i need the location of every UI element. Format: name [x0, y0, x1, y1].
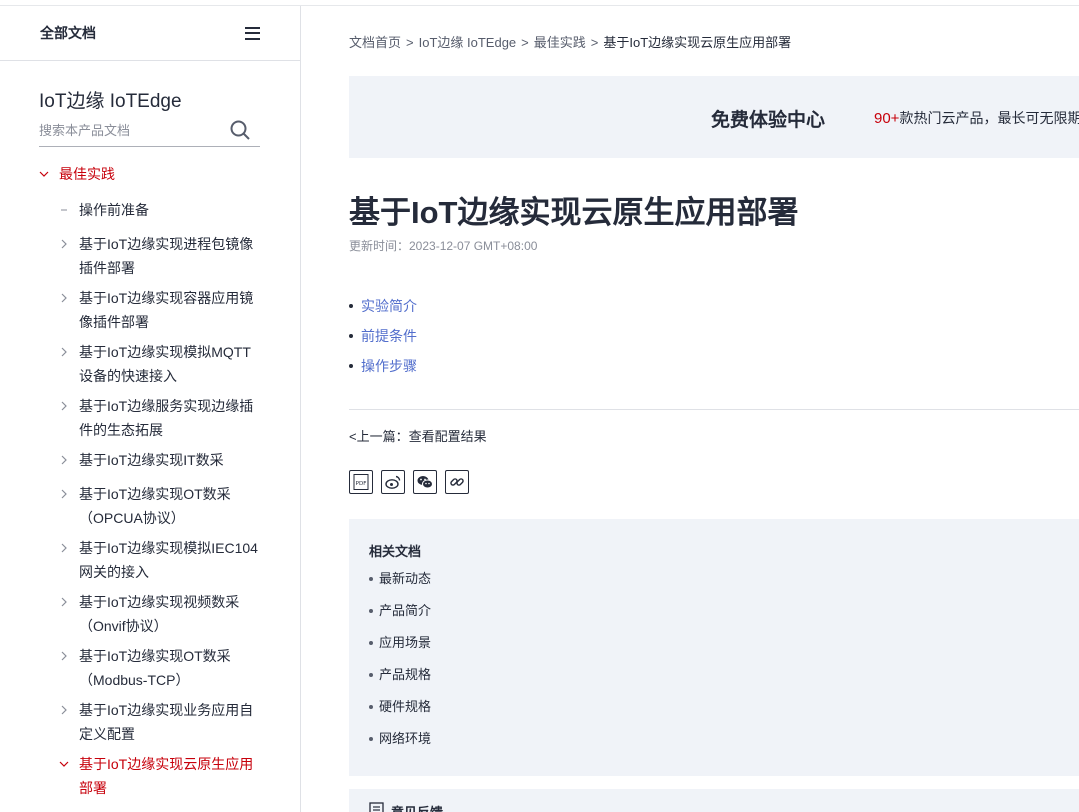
related-doc-link[interactable]: 产品规格 — [369, 665, 431, 697]
wechat-icon[interactable] — [413, 470, 437, 494]
banner-title: 免费体验中心 — [711, 110, 826, 131]
breadcrumb-product[interactable]: IoT边缘 IoTEdge — [419, 35, 517, 50]
tree-category-best-practice[interactable]: 最佳实践 — [38, 164, 115, 184]
doc-main: 文档首页 > IoT边缘 IoTEdge > 最佳实践 > 基于IoT边缘实现云原生应用部署… — [301, 6, 1079, 812]
related-doc-link[interactable]: 硬件规格 — [369, 697, 431, 729]
svg-text:PDF: PDF — [356, 481, 367, 487]
all-docs-title[interactable]: 全部文档 — [40, 23, 96, 43]
related-docs-panel: 相关文档 最新动态 产品简介 应用场景 产品规格 硬件规格 网络环境 — [349, 519, 1079, 776]
tree-item-prep[interactable]: 操作前准备 — [58, 198, 258, 222]
tree-item-ot-modbus[interactable]: 基于IoT边缘实现OT数采（Modbus-TCP） — [58, 644, 258, 692]
chevron-right-icon — [61, 455, 67, 465]
tree-item-container-plugin[interactable]: 基于IoT边缘实现容器应用镜像插件部署 — [58, 286, 258, 334]
related-docs-title: 相关文档 — [369, 544, 422, 559]
divider — [349, 409, 1079, 410]
tree-item-video-onvif[interactable]: 基于IoT边缘实现视频数采（Onvif协议） — [58, 590, 258, 638]
hamburger-menu-icon[interactable] — [245, 26, 260, 40]
tree-item-app-config[interactable]: 基于IoT边缘实现业务应用自定义配置 — [58, 698, 258, 746]
chevron-down-icon — [59, 761, 69, 767]
tree-item-ecosystem[interactable]: 基于IoT边缘服务实现边缘插件的生态拓展 — [58, 394, 258, 442]
breadcrumb-category[interactable]: 最佳实践 — [534, 35, 586, 50]
toc-item: 前提条件 — [349, 326, 417, 356]
related-docs-list: 最新动态 产品简介 应用场景 产品规格 硬件规格 网络环境 — [369, 569, 431, 761]
tree-item-iec104[interactable]: 基于IoT边缘实现模拟IEC104网关的接入 — [58, 536, 258, 584]
sidebar-header: 全部文档 — [0, 6, 300, 61]
related-doc-link[interactable]: 网络环境 — [369, 729, 431, 761]
feedback-panel[interactable]: 意见反馈 — [349, 789, 1079, 812]
pdf-icon[interactable]: PDF — [349, 470, 373, 494]
link-icon[interactable] — [445, 470, 469, 494]
search-icon[interactable] — [230, 120, 250, 140]
banner-highlight: 90+ — [874, 110, 900, 127]
chevron-right-icon — [61, 597, 67, 607]
related-doc-link[interactable]: 应用场景 — [369, 633, 431, 665]
free-trial-banner[interactable]: 免费体验中心 90+款热门云产品，最长可无限期 — [349, 76, 1079, 158]
breadcrumb-current: 基于IoT边缘实现云原生应用部署 — [603, 35, 792, 50]
tree-item-process-plugin[interactable]: 基于IoT边缘实现进程包镜像插件部署 — [58, 232, 258, 280]
tree-item-ot-opcua[interactable]: 基于IoT边缘实现OT数采（OPCUA协议） — [58, 482, 258, 530]
tree-item-it-collection[interactable]: 基于IoT边缘实现IT数采 — [58, 448, 258, 472]
chevron-right-icon — [61, 705, 67, 715]
breadcrumb-docs-home[interactable]: 文档首页 — [349, 35, 401, 50]
related-doc-link[interactable]: 产品简介 — [369, 601, 431, 633]
toc-link-intro[interactable]: 实验简介 — [361, 298, 417, 314]
product-search — [39, 116, 260, 147]
dash-icon — [61, 209, 67, 211]
chevron-right-icon — [61, 293, 67, 303]
breadcrumb: 文档首页 > IoT边缘 IoTEdge > 最佳实践 > 基于IoT边缘实现云原生应用部署 — [349, 32, 791, 51]
tree-category-label: 最佳实践 — [59, 166, 115, 182]
chevron-right-icon — [61, 347, 67, 357]
tree-item-mqtt[interactable]: 基于IoT边缘实现模拟MQTT设备的快速接入 — [58, 340, 258, 388]
toc-item: 操作步骤 — [349, 356, 417, 386]
article-toc: 实验简介 前提条件 操作步骤 — [349, 296, 417, 386]
chevron-right-icon — [61, 489, 67, 499]
chevron-right-icon — [61, 401, 67, 411]
update-time: 更新时间：2023-12-07 GMT+08:00 — [349, 239, 538, 253]
share-toolbar: PDF — [349, 470, 469, 494]
toc-link-steps[interactable]: 操作步骤 — [361, 358, 417, 374]
prev-article-link[interactable]: <上一篇：查看配置结果 — [349, 426, 487, 445]
tree-item-cloud-native[interactable]: 基于IoT边缘实现云原生应用部署 — [58, 752, 258, 800]
product-title: IoT边缘 IoTEdge — [39, 91, 182, 112]
banner-text: 款热门云产品，最长可无限期 — [899, 110, 1079, 126]
breadcrumb-separator: > — [590, 35, 599, 50]
search-input[interactable] — [39, 116, 219, 144]
breadcrumb-separator: > — [521, 35, 529, 50]
chevron-right-icon — [61, 651, 67, 661]
toc-link-prereq[interactable]: 前提条件 — [361, 328, 417, 344]
banner-subtitle: 90+款热门云产品，最长可无限期 — [874, 108, 1079, 128]
weibo-icon[interactable] — [381, 470, 405, 494]
page-title: 基于IoT边缘实现云原生应用部署 — [349, 195, 799, 230]
related-doc-link[interactable]: 最新动态 — [369, 569, 431, 601]
toc-item: 实验简介 — [349, 296, 417, 326]
feedback-icon — [369, 802, 384, 812]
chevron-right-icon — [61, 543, 67, 553]
chevron-down-icon — [39, 171, 49, 177]
breadcrumb-separator: > — [406, 35, 414, 50]
doc-sidebar: 全部文档 IoT边缘 IoTEdge 最佳实践 操作前准备 基于IoT边缘实现进… — [0, 6, 301, 812]
chevron-right-icon — [61, 239, 67, 249]
feedback-title: 意见反馈 — [391, 802, 443, 812]
